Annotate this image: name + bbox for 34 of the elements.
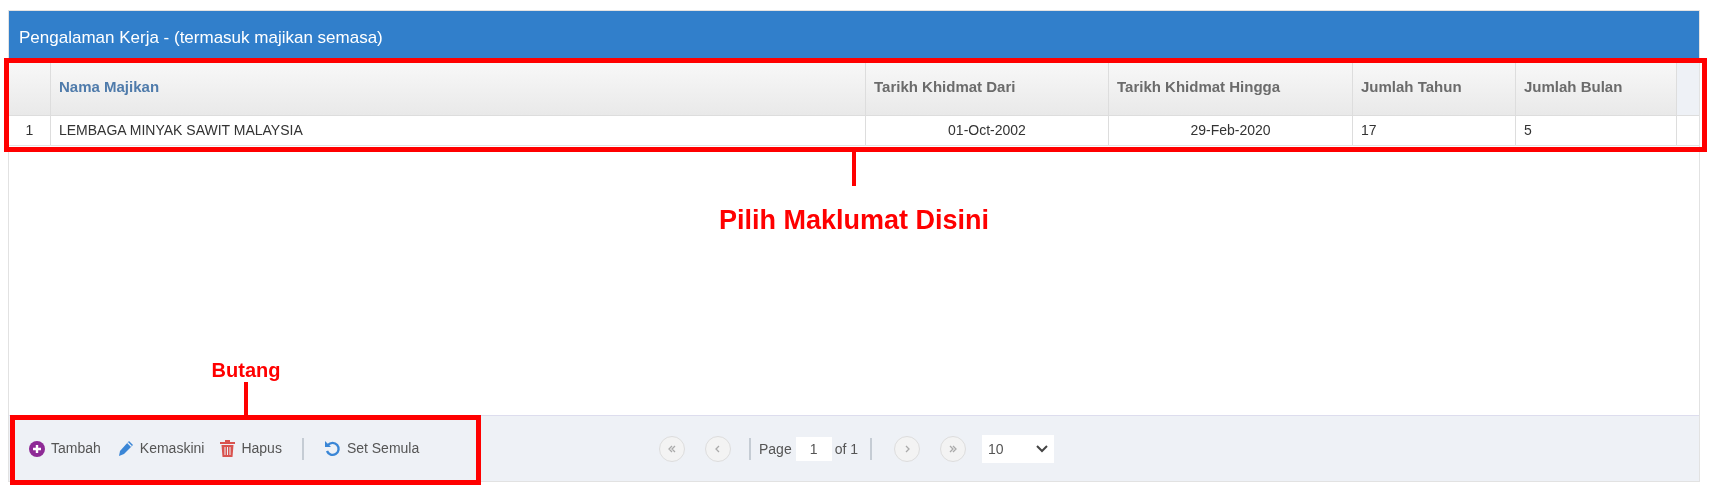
panel-title: Pengalaman Kerja - (termasuk majikan semasa) <box>19 26 383 49</box>
undo-icon <box>323 440 341 457</box>
chevron-down-icon <box>1036 445 1049 453</box>
table-cell-text: LEMBAGA MINYAK SAWIT MALAYSIA <box>59 121 303 140</box>
next-page-button[interactable] <box>894 436 921 462</box>
page-field[interactable]: 1 <box>795 437 832 461</box>
table-cell-text: 01-Oct-2002 <box>948 121 1026 140</box>
table-cell-text: 5 <box>1524 121 1532 140</box>
pencil-icon <box>116 440 134 457</box>
table-row[interactable]: 1 LEMBAGA MINYAK SAWIT MALAYSIA 01-Oct-2002 29-Feb-2020 17 5 <box>9 116 1699 146</box>
column-header[interactable]: Jumlah Bulan <box>1524 75 1623 99</box>
table-cell-text: 29-Feb-2020 <box>1190 121 1271 140</box>
table-cell-text: 17 <box>1361 121 1377 140</box>
column-header[interactable]: Tarikh Khidmat Dari <box>874 75 1016 99</box>
plus-icon <box>29 440 45 457</box>
page-label: Page <box>759 439 792 459</box>
toolbar-button[interactable]: Hapus <box>220 438 282 459</box>
page-count: of 1 <box>834 439 859 459</box>
previous-page-button[interactable] <box>705 436 731 462</box>
last-page-button[interactable] <box>940 436 967 462</box>
column-header[interactable]: Jumlah Tahun <box>1361 75 1462 99</box>
row-number: 1 <box>25 121 34 140</box>
annotation-label: Pilih Maklumat Disini <box>718 204 990 237</box>
page-size-dropdown[interactable]: 10 <box>982 435 1055 463</box>
double-chevron-left-icon <box>667 444 677 454</box>
column-header[interactable]: Nama Majikan <box>59 75 160 99</box>
toolbar-button[interactable]: Kemaskini <box>116 438 205 459</box>
toolbar-button[interactable]: Tambah <box>29 438 101 459</box>
trash-icon <box>220 440 236 457</box>
column-header[interactable]: Tarikh Khidmat Hingga <box>1117 75 1281 99</box>
annotation-label: Butang <box>211 358 281 383</box>
first-page-button[interactable] <box>659 436 685 462</box>
toolbar-button[interactable]: Set Semula <box>323 438 420 459</box>
double-chevron-right-icon <box>948 444 959 454</box>
